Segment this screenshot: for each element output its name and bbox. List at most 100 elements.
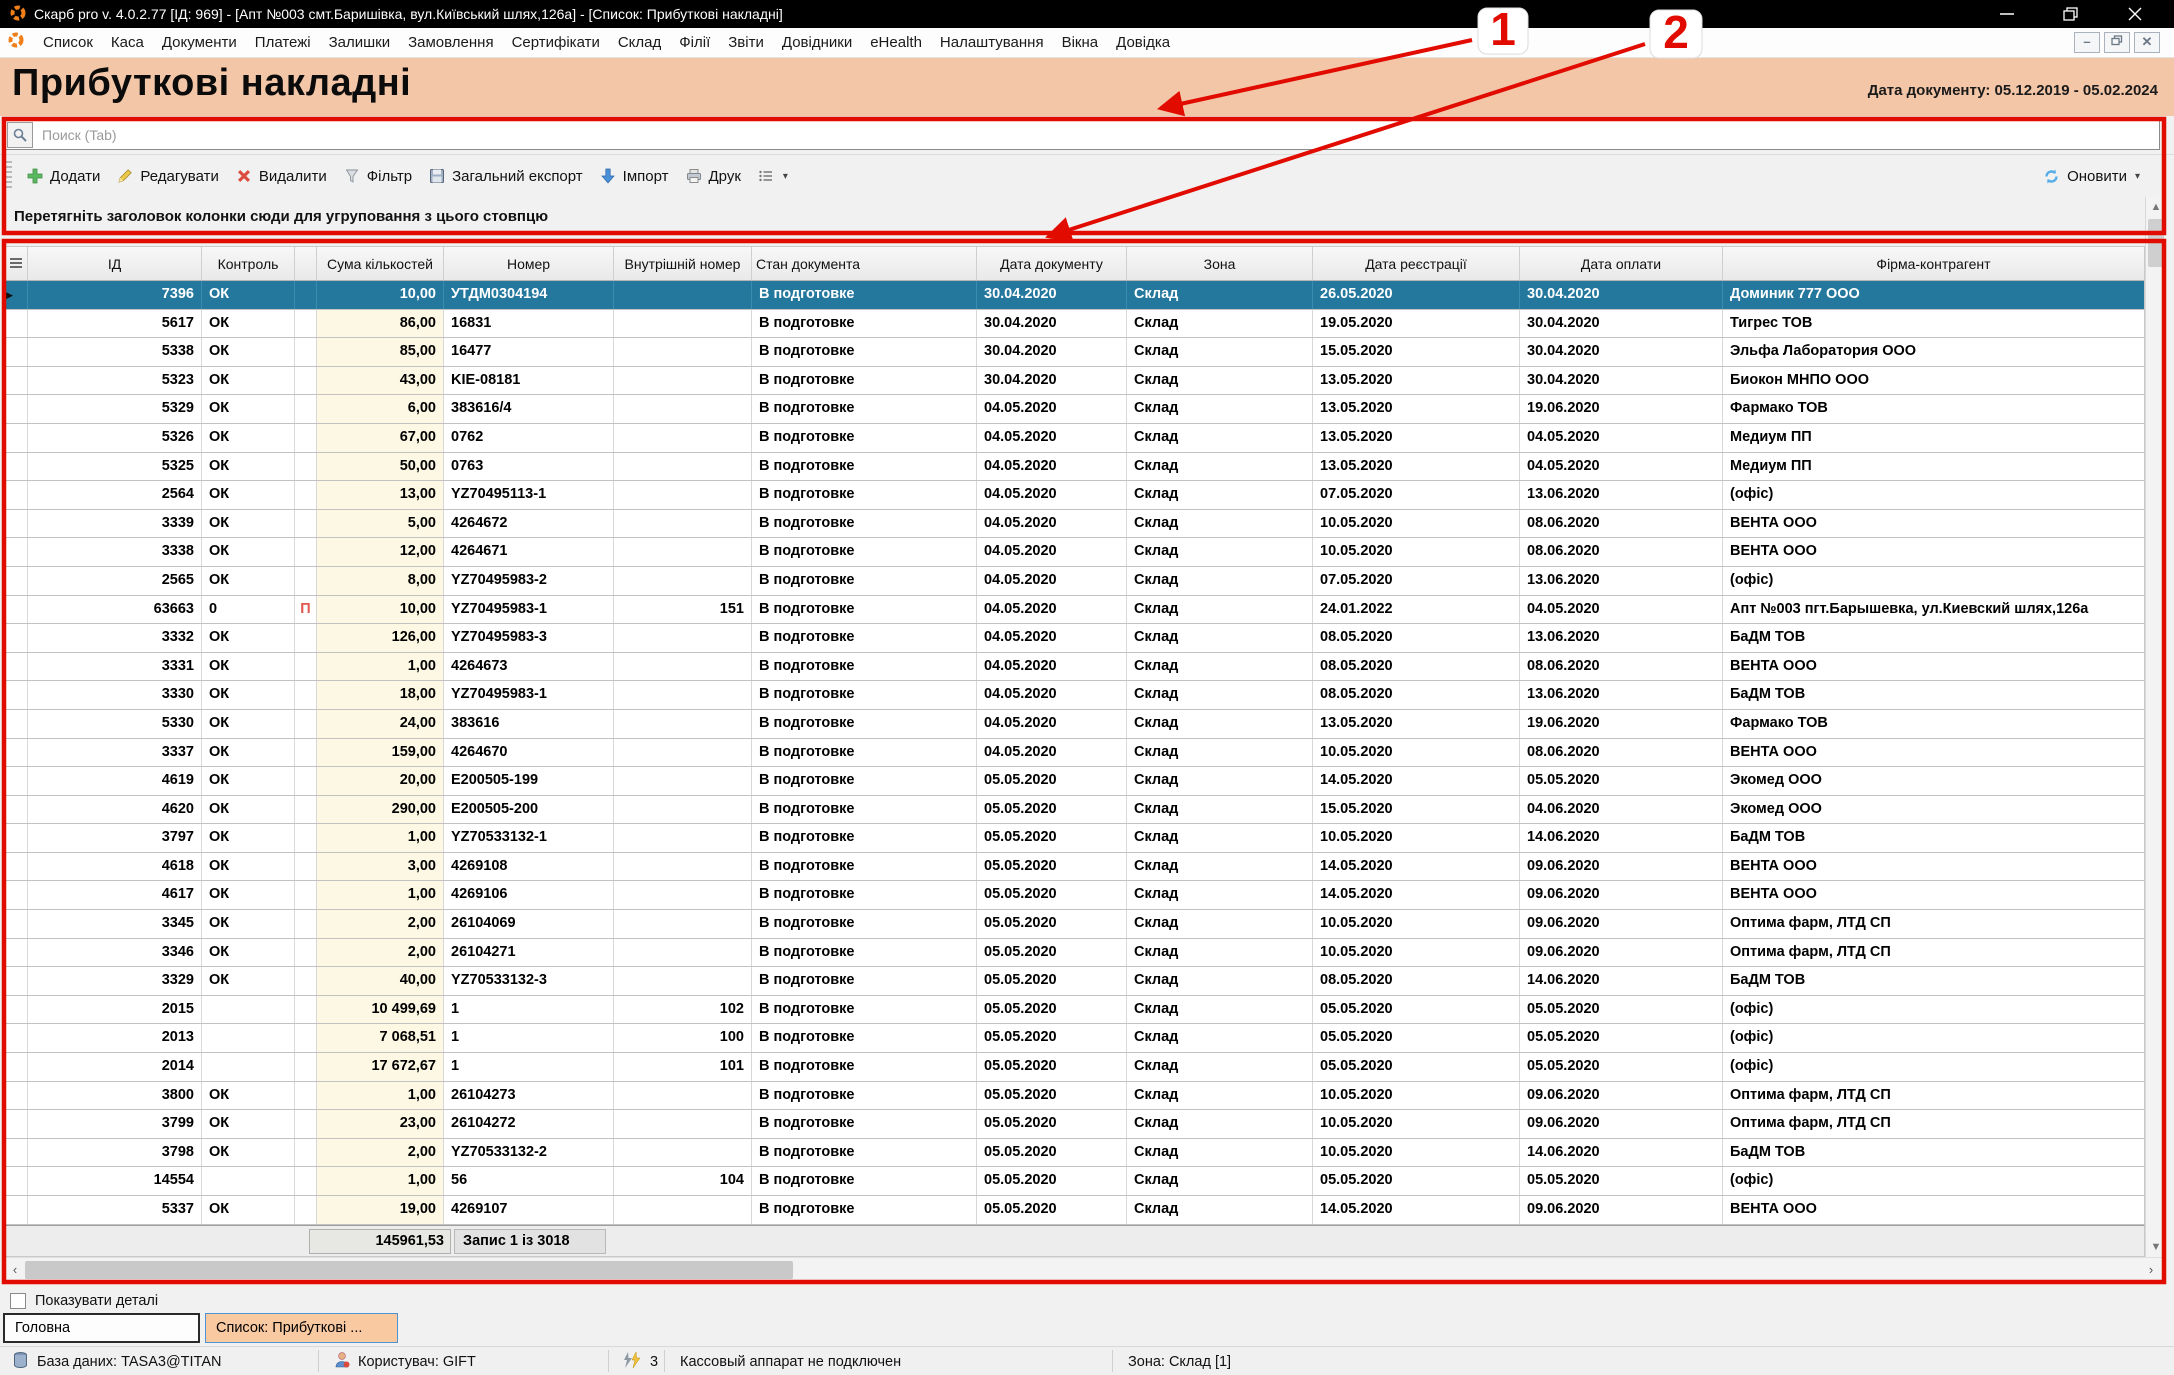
menu-item[interactable]: Список [34,31,102,54]
table-row[interactable]: ▸ 5323 ОК 43,00 KIE-08181 В подготовке 3… [4,367,2144,396]
cell-id[interactable]: 3329 [28,967,202,995]
filter-button[interactable]: Фільтр [335,162,420,190]
table-row[interactable]: ▸ 63663 0 П 10,00 YZ70495983-1 151 В под… [4,596,2144,625]
cell-pay-date[interactable]: 09.06.2020 [1520,1082,1723,1110]
cell-number[interactable]: 16831 [444,310,614,338]
cell-internal-number[interactable] [614,1110,752,1138]
cell-reg-date[interactable]: 19.05.2020 [1313,310,1520,338]
cell-doc-date[interactable]: 05.05.2020 [977,1110,1127,1138]
cell-flag[interactable] [295,1053,317,1081]
cell-flag[interactable] [295,424,317,452]
menu-item[interactable]: eHealth [861,31,931,54]
menu-item[interactable]: Каса [102,31,153,54]
cell-doc-date[interactable]: 30.04.2020 [977,367,1127,395]
cell-zone[interactable]: Склад [1127,338,1313,366]
table-row[interactable]: ▸ 2565 ОК 8,00 YZ70495983-2 В подготовке… [4,567,2144,596]
cell-qty-sum[interactable]: 19,00 [317,1196,444,1224]
cell-control[interactable]: ОК [202,967,295,995]
cell-pay-date[interactable]: 13.06.2020 [1520,567,1723,595]
cell-control[interactable]: ОК [202,853,295,881]
cell-number[interactable]: YZ70495983-3 [444,624,614,652]
cell-reg-date[interactable]: 10.05.2020 [1313,538,1520,566]
cell-qty-sum[interactable]: 126,00 [317,624,444,652]
cell-state[interactable]: В подготовке [752,596,977,624]
cell-reg-date[interactable]: 14.05.2020 [1313,767,1520,795]
cell-control[interactable]: 0 [202,596,295,624]
cell-pay-date[interactable]: 19.06.2020 [1520,710,1723,738]
cell-flag[interactable] [295,538,317,566]
cell-pay-date[interactable]: 14.06.2020 [1520,967,1723,995]
cell-state[interactable]: В подготовке [752,967,977,995]
cell-number[interactable]: 1 [444,1024,614,1052]
cell-id[interactable]: 63663 [28,596,202,624]
menu-item[interactable]: Замовлення [399,31,502,54]
cell-zone[interactable]: Склад [1127,1024,1313,1052]
cell-id[interactable]: 5329 [28,395,202,423]
cell-internal-number[interactable] [614,338,752,366]
cell-number[interactable]: 383616 [444,710,614,738]
cell-pay-date[interactable]: 04.06.2020 [1520,796,1723,824]
toolbar-grip[interactable] [4,161,12,191]
cell-number[interactable]: 26104069 [444,910,614,938]
column-header-pay-date[interactable]: Дата оплати [1520,247,1723,280]
table-row[interactable]: ▸ 3346 ОК 2,00 26104271 В подготовке 05.… [4,939,2144,968]
cell-internal-number[interactable]: 100 [614,1024,752,1052]
cell-id[interactable]: 2565 [28,567,202,595]
cell-firm[interactable]: ВЕНТА ООО [1723,853,2144,881]
cell-zone[interactable]: Склад [1127,1139,1313,1167]
cell-flag[interactable] [295,1082,317,1110]
cell-doc-date[interactable]: 30.04.2020 [977,281,1127,309]
cell-id[interactable]: 3330 [28,681,202,709]
cell-pay-date[interactable]: 13.06.2020 [1520,481,1723,509]
table-row[interactable]: ▸ 3798 ОК 2,00 YZ70533132-2 В подготовке… [4,1139,2144,1168]
cell-reg-date[interactable]: 14.05.2020 [1313,853,1520,881]
table-row[interactable]: ▸ 5329 ОК 6,00 383616/4 В подготовке 04.… [4,395,2144,424]
cell-flag[interactable] [295,767,317,795]
cell-qty-sum[interactable]: 3,00 [317,853,444,881]
cell-reg-date[interactable]: 10.05.2020 [1313,1139,1520,1167]
cell-zone[interactable]: Склад [1127,710,1313,738]
cell-doc-date[interactable]: 04.05.2020 [977,653,1127,681]
cell-pay-date[interactable]: 05.05.2020 [1520,1024,1723,1052]
cell-doc-date[interactable]: 04.05.2020 [977,596,1127,624]
cell-internal-number[interactable] [614,939,752,967]
cell-flag[interactable] [295,367,317,395]
column-header-firm[interactable]: Фірма-контрагент [1723,247,2144,280]
cell-zone[interactable]: Склад [1127,567,1313,595]
cell-flag[interactable]: П [295,596,317,624]
cell-doc-date[interactable]: 04.05.2020 [977,481,1127,509]
cell-id[interactable]: 5338 [28,338,202,366]
cell-number[interactable]: YZ70533132-3 [444,967,614,995]
cell-qty-sum[interactable]: 10 499,69 [317,996,444,1024]
cell-doc-date[interactable]: 04.05.2020 [977,453,1127,481]
cell-flag[interactable] [295,567,317,595]
cell-pay-date[interactable]: 08.06.2020 [1520,510,1723,538]
cell-number[interactable]: YZ70495983-2 [444,567,614,595]
cell-id[interactable]: 3346 [28,939,202,967]
cell-zone[interactable]: Склад [1127,996,1313,1024]
cell-qty-sum[interactable]: 2,00 [317,939,444,967]
cell-flag[interactable] [295,1139,317,1167]
cell-reg-date[interactable]: 05.05.2020 [1313,1167,1520,1195]
cell-number[interactable]: YZ70533132-2 [444,1139,614,1167]
cell-flag[interactable] [295,338,317,366]
cell-number[interactable]: 26104271 [444,939,614,967]
horizontal-scroll-thumb[interactable] [25,1261,793,1279]
cell-doc-date[interactable]: 04.05.2020 [977,424,1127,452]
cell-internal-number[interactable] [614,1082,752,1110]
cell-qty-sum[interactable]: 10,00 [317,281,444,309]
cell-zone[interactable]: Склад [1127,853,1313,881]
cell-qty-sum[interactable]: 18,00 [317,681,444,709]
cell-qty-sum[interactable]: 20,00 [317,767,444,795]
cell-state[interactable]: В подготовке [752,1196,977,1224]
cell-number[interactable]: 4264670 [444,739,614,767]
cell-firm[interactable]: БаДМ ТОВ [1723,624,2144,652]
cell-flag[interactable] [295,453,317,481]
cell-pay-date[interactable]: 04.05.2020 [1520,424,1723,452]
cell-id[interactable]: 2014 [28,1053,202,1081]
table-row[interactable]: ▸ 3800 ОК 1,00 26104273 В подготовке 05.… [4,1082,2144,1111]
cell-number[interactable]: 1 [444,1053,614,1081]
cell-reg-date[interactable]: 10.05.2020 [1313,939,1520,967]
cell-internal-number[interactable] [614,910,752,938]
cell-control[interactable] [202,996,295,1024]
